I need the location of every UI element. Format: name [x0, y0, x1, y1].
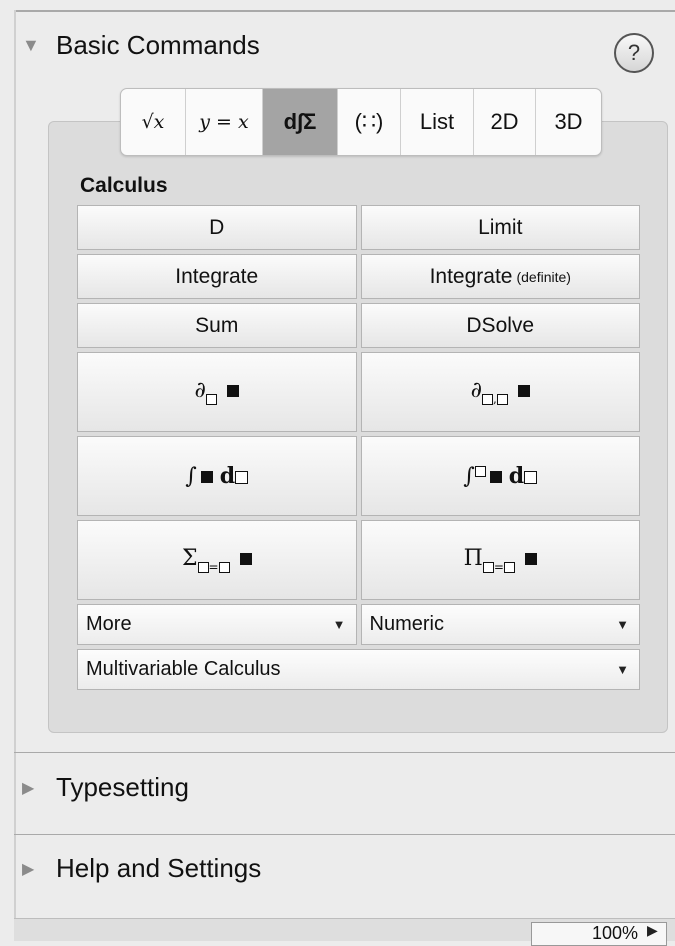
calculus-button-grid: D Limit Integrate Integrate (definite) S… — [77, 205, 640, 701]
section-title: Typesetting — [56, 772, 189, 802]
zoom-menu-arrow-icon[interactable]: ▶ — [647, 922, 658, 939]
numeric-dropdown-label: Numeric — [369, 613, 444, 635]
integrate-button[interactable]: Integrate — [77, 254, 357, 299]
section-title: Basic Commands — [56, 30, 260, 60]
integrate-definite-note: (definite) — [516, 268, 571, 285]
section-divider — [14, 834, 675, 835]
tab-equation[interactable]: y = x — [186, 89, 263, 155]
indefinite-integral-template-button[interactable]: ∫ d — [77, 436, 357, 516]
section-divider — [14, 752, 675, 753]
mixed-partial-derivative-icon: ∂, — [471, 378, 530, 406]
multivariable-calculus-dropdown[interactable]: Multivariable Calculus ▼ — [77, 649, 640, 690]
palette-tabbar: √x y = x d∫Σ (∷) List 2D 3D — [120, 88, 602, 156]
disclosure-open-icon[interactable]: ▼ — [22, 35, 56, 56]
integrate-definite-button[interactable]: Integrate (definite) — [360, 254, 640, 299]
partial-derivative-template-button[interactable]: ∂ — [77, 352, 357, 432]
tab-3d[interactable]: 3D — [536, 89, 601, 155]
limit-button[interactable]: Limit — [360, 205, 640, 250]
panel-top-border — [14, 10, 675, 12]
sum-template-icon: Σ = — [182, 546, 252, 574]
multivariable-dropdown-label: Multivariable Calculus — [86, 658, 281, 680]
integrate-definite-label: Integrate — [429, 264, 513, 288]
partial-derivative-icon: ∂ — [195, 378, 239, 406]
dsolve-button[interactable]: DSolve — [360, 303, 640, 348]
definite-integral-icon: ∫ d — [463, 463, 538, 489]
sum-button[interactable]: Sum — [77, 303, 357, 348]
product-template-icon: Π = — [464, 546, 537, 574]
section-typesetting[interactable]: ▶ Typesetting — [22, 772, 189, 803]
dropdown-arrow-icon: ▼ — [332, 617, 346, 632]
more-dropdown[interactable]: More ▼ — [77, 604, 357, 645]
section-basic-commands[interactable]: ▼ Basic Commands — [22, 30, 260, 61]
panel-left-border — [14, 10, 16, 940]
dropdown-arrow-icon: ▼ — [616, 617, 629, 632]
tab-sqrt[interactable]: √x — [121, 89, 186, 155]
more-dropdown-label: More — [86, 613, 132, 635]
indefinite-integral-icon: ∫ d — [185, 463, 249, 489]
tab-calculus[interactable]: d∫Σ — [263, 89, 338, 155]
mixed-partial-derivative-template-button[interactable]: ∂, — [360, 352, 640, 432]
group-title-calculus: Calculus — [80, 174, 168, 197]
tab-list[interactable]: List — [401, 89, 474, 155]
tab-2d[interactable]: 2D — [474, 89, 536, 155]
sum-template-button[interactable]: Σ = — [77, 520, 357, 600]
section-title: Help and Settings — [56, 853, 262, 883]
product-template-button[interactable]: Π = — [360, 520, 640, 600]
definite-integral-template-button[interactable]: ∫ d — [360, 436, 640, 516]
tab-matrix[interactable]: (∷) — [338, 89, 401, 155]
section-help-and-settings[interactable]: ▶ Help and Settings — [22, 853, 261, 884]
help-button[interactable]: ? — [614, 33, 654, 73]
d-button[interactable]: D — [77, 205, 357, 250]
disclosure-closed-icon[interactable]: ▶ — [22, 778, 56, 798]
disclosure-closed-icon[interactable]: ▶ — [22, 859, 56, 879]
numeric-dropdown[interactable]: Numeric ▼ — [360, 604, 640, 645]
dropdown-arrow-icon: ▼ — [616, 662, 629, 677]
